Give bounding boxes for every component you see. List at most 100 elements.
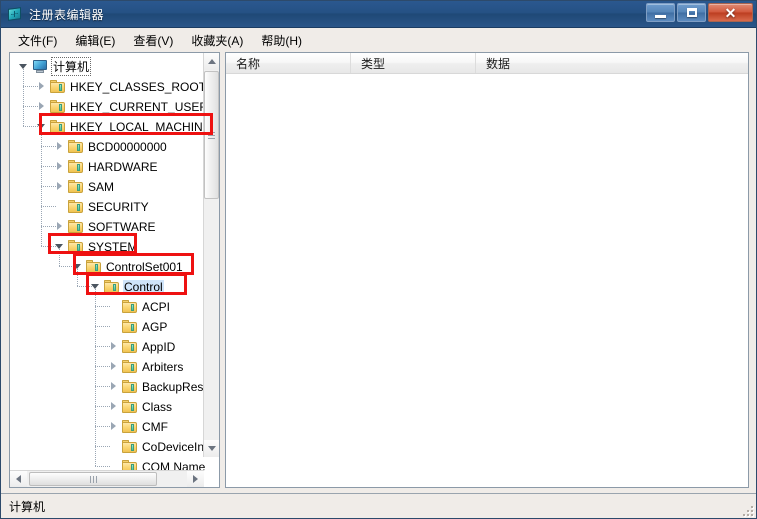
tree-node-class[interactable]: Class	[108, 397, 173, 416]
maximize-button[interactable]	[677, 3, 706, 22]
folder-icon	[68, 140, 83, 153]
list-body[interactable]	[226, 74, 748, 487]
column-header-name[interactable]: 名称	[226, 53, 351, 73]
tree-node-hkey-local-machine[interactable]: HKEY_LOCAL_MACHINE	[36, 117, 206, 136]
scroll-down-button[interactable]	[204, 440, 219, 457]
collapse-triangle-icon[interactable]	[72, 261, 83, 272]
minimize-button[interactable]	[646, 3, 675, 22]
column-header-type[interactable]: 类型	[351, 53, 476, 73]
folder-icon	[122, 400, 137, 413]
chevron-left-icon	[16, 475, 21, 483]
grip-icon	[208, 134, 215, 136]
tree-node-appid[interactable]: AppID	[108, 337, 176, 356]
expand-triangle-icon[interactable]	[108, 341, 119, 352]
tree-node-label: Class	[142, 399, 173, 414]
tree-node-label: BCD00000000	[88, 139, 167, 154]
expander-spacer	[108, 301, 119, 312]
expander-spacer	[108, 441, 119, 452]
folder-icon	[122, 300, 137, 313]
list-header: 名称 类型 数据	[226, 53, 748, 74]
tree-node-label: ControlSet001	[106, 259, 183, 274]
tree-node-label: AppID	[142, 339, 176, 354]
collapse-triangle-icon[interactable]	[18, 61, 29, 72]
tree-node-codeviceinstallers[interactable]: CoDeviceInstallers	[108, 437, 206, 456]
window-controls: ✕	[646, 3, 753, 22]
tree-node-backuprestore[interactable]: BackupRestore	[108, 377, 206, 396]
collapse-triangle-icon[interactable]	[90, 281, 101, 292]
expander-spacer	[108, 321, 119, 332]
tree-node-sam[interactable]: SAM	[54, 177, 115, 196]
registry-tree[interactable]: 计算机 HKEY_CLASSES_ROOT HKEY_CURRENT_USER HKE…	[10, 53, 206, 473]
tree-node-system[interactable]: SYSTEM	[54, 237, 138, 256]
folder-icon	[50, 120, 65, 133]
expand-triangle-icon[interactable]	[108, 401, 119, 412]
registry-values-pane[interactable]: 名称 类型 数据	[225, 52, 749, 488]
expand-triangle-icon[interactable]	[54, 181, 65, 192]
tree-node-label: 计算机	[50, 57, 92, 76]
grip-icon	[92, 475, 94, 483]
folder-icon	[50, 100, 65, 113]
folder-icon	[122, 380, 137, 393]
tree-node-label: SECURITY	[88, 199, 149, 214]
tree-node-label: ACPI	[142, 299, 171, 314]
tree-node-control[interactable]: Control	[90, 277, 164, 296]
collapse-triangle-icon[interactable]	[54, 241, 65, 252]
tree-node-cmf[interactable]: CMF	[108, 417, 169, 436]
tree-node-arbiters[interactable]: Arbiters	[108, 357, 184, 376]
resize-grip[interactable]	[739, 502, 753, 516]
tree-vertical-scrollbar[interactable]	[203, 53, 219, 457]
tree-node-computer[interactable]: 计算机	[18, 57, 92, 76]
tree-node-label: Control	[123, 279, 164, 294]
regedit-icon	[7, 6, 23, 22]
horizontal-scroll-thumb[interactable]	[29, 472, 157, 486]
scroll-up-button[interactable]	[204, 53, 219, 70]
maximize-icon	[686, 8, 697, 17]
tree-horizontal-scrollbar[interactable]	[10, 470, 204, 487]
folder-icon	[122, 340, 137, 353]
tree-node-security[interactable]: SECURITY	[54, 197, 150, 216]
tree-node-controlset001[interactable]: ControlSet001	[72, 257, 184, 276]
scroll-left-button[interactable]	[10, 471, 27, 487]
registry-tree-pane[interactable]: 计算机 HKEY_CLASSES_ROOT HKEY_CURRENT_USER HKE…	[9, 52, 220, 488]
expand-triangle-icon[interactable]	[54, 221, 65, 232]
column-header-data[interactable]: 数据	[476, 53, 748, 73]
expand-triangle-icon[interactable]	[108, 421, 119, 432]
menu-edit[interactable]: 编辑(E)	[66, 29, 124, 52]
expand-triangle-icon[interactable]	[36, 101, 47, 112]
tree-node-label: BackupRestore	[142, 379, 206, 394]
tree-node-software[interactable]: SOFTWARE	[54, 217, 157, 236]
scroll-right-button[interactable]	[187, 471, 204, 487]
status-bar: 计算机	[1, 493, 756, 518]
folder-icon	[122, 320, 137, 333]
menu-file[interactable]: 文件(F)	[9, 29, 66, 52]
close-button[interactable]: ✕	[708, 3, 753, 22]
tree-node-hkey-current-user[interactable]: HKEY_CURRENT_USER	[36, 97, 206, 116]
folder-icon	[50, 80, 65, 93]
tree-node-hkey-classes-root[interactable]: HKEY_CLASSES_ROOT	[36, 77, 206, 96]
tree-node-acpi[interactable]: ACPI	[108, 297, 171, 316]
folder-icon	[68, 160, 83, 173]
menu-view[interactable]: 查看(V)	[124, 29, 182, 52]
expand-triangle-icon[interactable]	[108, 361, 119, 372]
tree-guide-line	[95, 287, 96, 467]
expand-triangle-icon[interactable]	[54, 161, 65, 172]
menu-favorites[interactable]: 收藏夹(A)	[182, 29, 252, 52]
tree-node-label: SAM	[88, 179, 115, 194]
expand-triangle-icon[interactable]	[54, 141, 65, 152]
chevron-down-icon	[207, 446, 216, 451]
expander-spacer	[54, 201, 65, 212]
tree-node-label: HKEY_LOCAL_MACHINE	[70, 119, 206, 134]
expand-triangle-icon[interactable]	[36, 81, 47, 92]
chevron-up-icon	[207, 59, 216, 64]
tree-node-agp[interactable]: AGP	[108, 317, 168, 336]
collapse-triangle-icon[interactable]	[36, 121, 47, 132]
tree-node-hardware[interactable]: HARDWARE	[54, 157, 159, 176]
vertical-scroll-thumb[interactable]	[204, 71, 219, 199]
menu-help[interactable]: 帮助(H)	[252, 29, 311, 52]
window-title: 注册表编辑器	[29, 7, 105, 22]
expand-triangle-icon[interactable]	[108, 381, 119, 392]
folder-icon	[68, 220, 83, 233]
folder-icon	[122, 440, 137, 453]
tree-node-bcd00000000[interactable]: BCD00000000	[54, 137, 168, 156]
tree-guide-line	[41, 127, 42, 247]
